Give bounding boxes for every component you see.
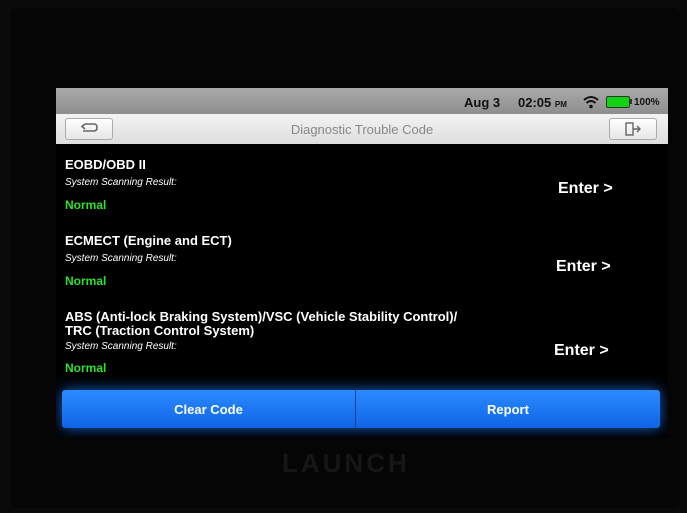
page-title: Diagnostic Trouble Code [290, 122, 434, 137]
action-bar: Clear Code Report [62, 390, 660, 428]
enter-button[interactable]: Enter > [558, 180, 613, 198]
status-date: Aug 3 [464, 95, 501, 110]
system-name-line2: TRC (Traction Control System) [65, 323, 255, 338]
screen: Aug 3 02:05 PM 100% Diagnostic Trouble C… [56, 88, 668, 438]
system-result-label: System Scanning Result: [65, 253, 177, 264]
brand-logo: LAUNCH [282, 448, 410, 478]
report-button[interactable]: Report [356, 390, 660, 428]
battery-icon [606, 96, 630, 108]
system-name: EOBD/OBD II [65, 157, 146, 172]
system-status: Normal [65, 198, 107, 212]
status-time: 02:05 PM [518, 95, 567, 110]
enter-button[interactable]: Enter > [556, 258, 611, 276]
system-status: Normal [65, 274, 107, 288]
system-name: ECMECT (Engine and ECT) [65, 233, 232, 248]
clear-code-button[interactable]: Clear Code [62, 390, 355, 428]
title-bar: Diagnostic Trouble Code [56, 114, 668, 144]
system-name-line1: ABS (Anti-lock Braking System)/VSC (Vehi… [65, 309, 458, 324]
battery-percent: 100% [634, 97, 660, 108]
system-result-label: System Scanning Result: [65, 177, 177, 188]
wifi-icon [583, 96, 599, 109]
exit-icon [625, 122, 641, 136]
system-result-label: System Scanning Result: [65, 341, 177, 352]
status-bar: Aug 3 02:05 PM 100% [56, 88, 668, 114]
exit-button[interactable] [609, 118, 657, 140]
system-status: Normal [65, 361, 107, 375]
enter-button[interactable]: Enter > [554, 342, 609, 360]
